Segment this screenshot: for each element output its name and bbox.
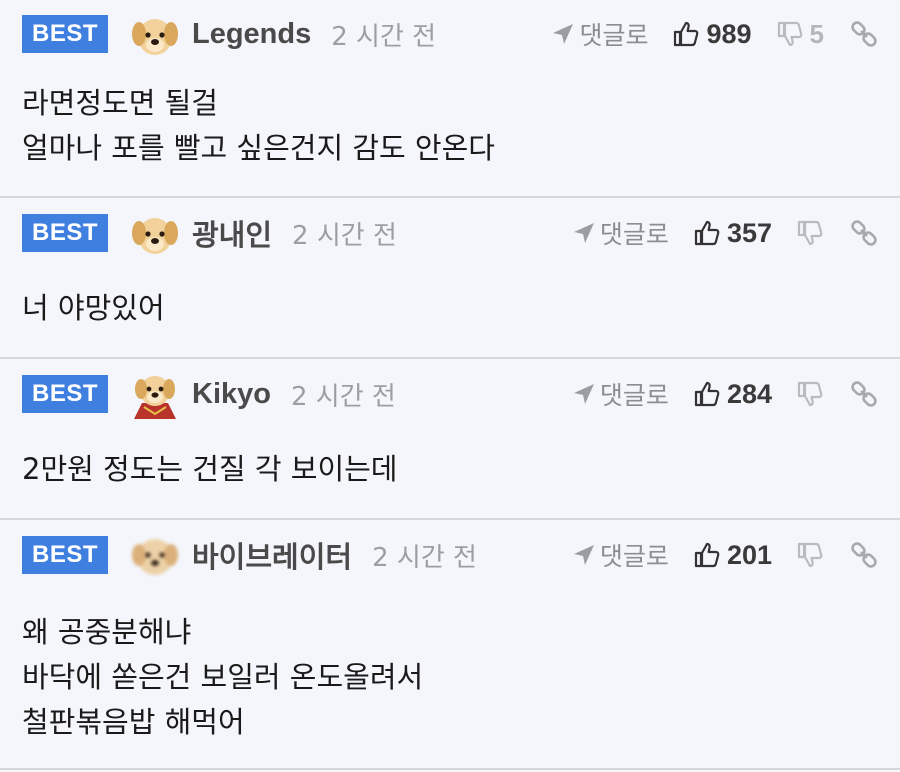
comment-text-line: 왜 공중분해냐	[22, 615, 192, 649]
thumbs-down-icon	[797, 381, 823, 407]
thumbs-up-icon	[694, 542, 720, 568]
reply-button[interactable]: 댓글로	[572, 215, 669, 251]
comment-text-line: 2만원 정도는 건질 각 보이는데	[22, 452, 398, 486]
comment-actions: 댓글로 357	[572, 198, 878, 268]
comment-item: BEST Kikyo 2 시간 전 댓글로 284 2만원 정도는 건질 각 보…	[0, 359, 900, 520]
upvote-count: 201	[726, 539, 772, 570]
comment-header: BEST Legends 2 시간 전 댓글로 989 5	[22, 0, 900, 68]
puppy-avatar-icon[interactable]	[128, 7, 182, 61]
nickname[interactable]: 광내인	[192, 212, 272, 254]
chain-link-icon	[851, 21, 877, 47]
thumbs-down-icon	[797, 542, 823, 568]
comment-body: 2만원 정도는 건질 각 보이는데	[22, 429, 900, 492]
thumbs-up-icon	[694, 220, 720, 246]
thumbs-up-icon	[674, 21, 699, 47]
chain-link-icon	[851, 542, 877, 568]
chain-link-icon	[851, 220, 877, 246]
nickname[interactable]: 바이브레이터	[192, 534, 352, 576]
reply-label: 댓글로	[599, 542, 669, 571]
timestamp: 2 시간 전	[331, 21, 437, 52]
nickname[interactable]: Legends	[192, 18, 311, 51]
comment-item: BEST Legends 2 시간 전 댓글로 989 5 라면정도면 될걸 얼…	[0, 0, 900, 198]
link-button[interactable]	[850, 541, 878, 569]
link-button[interactable]	[850, 380, 878, 408]
thumbs-down-icon	[777, 21, 802, 47]
comment-header: BEST 바이브레이터 2 시간 전 댓글로 201	[22, 520, 900, 590]
upvote-button[interactable]: 284	[693, 379, 772, 410]
downvote-button[interactable]: 5	[776, 19, 824, 50]
comment-actions: 댓글로 201	[572, 520, 878, 590]
downvote-button[interactable]	[796, 219, 824, 247]
comment-body: 너 야망있어	[22, 268, 900, 331]
comment-text-line: 너 야망있어	[22, 291, 165, 325]
reply-button[interactable]: 댓글로	[572, 376, 669, 412]
send-arrow-icon	[573, 384, 594, 404]
downvote-count: 5	[809, 18, 824, 49]
puppy-cape-avatar-icon[interactable]	[128, 367, 182, 421]
upvote-count: 284	[726, 378, 772, 409]
comment-header: BEST 광내인 2 시간 전 댓글로 357	[22, 198, 900, 268]
upvote-count: 989	[706, 18, 752, 49]
puppy-blurred-avatar-icon[interactable]	[128, 528, 182, 582]
upvote-button[interactable]: 989	[672, 18, 752, 50]
reply-button[interactable]: 댓글로	[551, 16, 648, 52]
upvote-button[interactable]: 357	[693, 218, 772, 249]
comment-header: BEST Kikyo 2 시간 전 댓글로 284	[22, 359, 900, 429]
downvote-button[interactable]	[796, 541, 824, 569]
comment-list: BEST Legends 2 시간 전 댓글로 989 5 라면정도면 될걸 얼…	[0, 0, 900, 770]
thumbs-up-icon	[694, 381, 720, 407]
reply-button[interactable]: 댓글로	[572, 537, 669, 573]
comment-item: BEST 광내인 2 시간 전 댓글로 357 너 야망있어	[0, 198, 900, 359]
comment-text-line: 라면정도면 될걸	[22, 86, 218, 120]
nickname[interactable]: Kikyo	[192, 378, 271, 411]
send-arrow-icon	[573, 545, 594, 565]
best-badge: BEST	[22, 536, 108, 574]
best-badge: BEST	[22, 214, 108, 252]
link-button[interactable]	[850, 20, 878, 48]
reply-label: 댓글로	[599, 381, 669, 410]
comment-text-line: 철판볶음밥 해먹어	[22, 705, 245, 739]
comment-text-line: 바닥에 쏟은건 보일러 온도올려서	[22, 660, 424, 694]
upvote-button[interactable]: 201	[693, 540, 772, 571]
timestamp: 2 시간 전	[372, 542, 477, 573]
reply-label: 댓글로	[599, 220, 669, 249]
comment-actions: 댓글로 284	[572, 359, 878, 429]
best-badge: BEST	[22, 375, 108, 413]
best-badge: BEST	[22, 15, 108, 53]
upvote-count: 357	[726, 217, 772, 248]
link-button[interactable]	[850, 219, 878, 247]
timestamp: 2 시간 전	[292, 220, 397, 251]
puppy-avatar-icon[interactable]	[128, 206, 182, 260]
reply-label: 댓글로	[579, 21, 649, 50]
send-arrow-icon	[553, 24, 574, 44]
comment-item: BEST 바이브레이터 2 시간 전 댓글로 201 왜 공중분해냐 바닥에 쏟…	[0, 520, 900, 770]
send-arrow-icon	[573, 223, 594, 243]
comment-actions: 댓글로 989 5	[551, 0, 878, 68]
comment-body: 왜 공중분해냐 바닥에 쏟은건 보일러 온도올려서 철판볶음밥 해먹어	[22, 590, 900, 745]
timestamp: 2 시간 전	[290, 381, 396, 412]
downvote-button[interactable]	[796, 380, 824, 408]
chain-link-icon	[851, 381, 877, 407]
comment-body: 라면정도면 될걸 얼마나 포를 빨고 싶은건지 감도 안온다	[22, 68, 900, 171]
comment-text-line: 얼마나 포를 빨고 싶은건지 감도 안온다	[22, 131, 495, 165]
thumbs-down-icon	[797, 220, 823, 246]
